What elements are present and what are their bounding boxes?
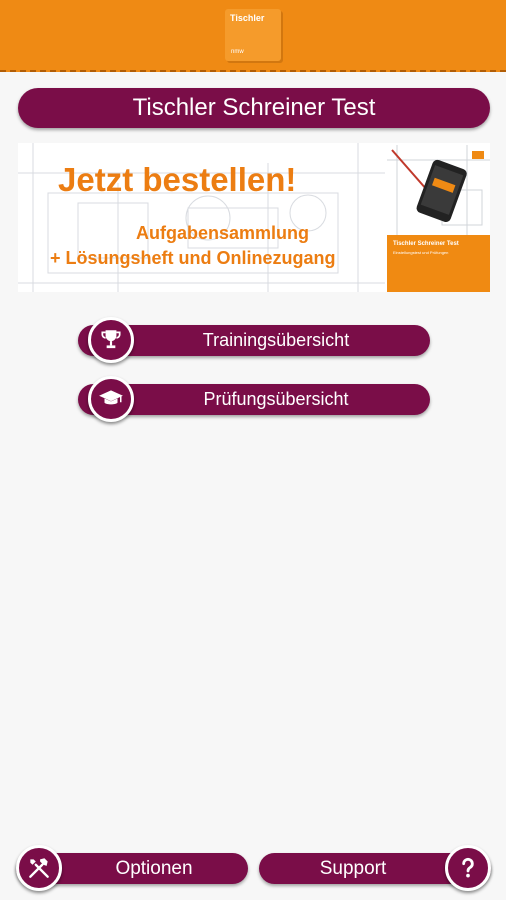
training-overview-label: Trainingsübersicht [202, 330, 350, 350]
app-logo: Tischler nmw [225, 9, 281, 61]
training-overview-button[interactable]: Trainingsübersicht [78, 317, 430, 363]
question-icon [445, 845, 491, 891]
tools-icon [16, 845, 62, 891]
book-cover-top [387, 145, 490, 235]
order-banner[interactable]: Jetzt bestellen! Aufgabensammlung + Lösu… [18, 143, 490, 292]
exam-overview-label: Prüfungsübersicht [203, 389, 349, 409]
banner-line-1: Aufgabensammlung [136, 223, 310, 243]
options-label: Optionen [115, 858, 193, 879]
book-title: Tischler Schreiner Test [393, 241, 459, 247]
exam-overview-button[interactable]: Prüfungsübersicht [78, 376, 430, 422]
phone-illustration [387, 145, 490, 235]
banner-headline: Jetzt bestellen! [58, 161, 297, 198]
logo-title: Tischler [230, 13, 265, 23]
banner-line-2: + Lösungsheft und Onlinezugang [50, 248, 336, 268]
book-subtitle: Einstellungstest und Prüfungen [393, 250, 449, 255]
book-cover: Tischler Schreiner Test Einstellungstest… [387, 145, 490, 292]
logo-small-text: nmw [231, 49, 244, 55]
support-label: Support [319, 858, 387, 879]
support-button[interactable]: Support [259, 845, 491, 891]
page-title: Tischler Schreiner Test [18, 88, 490, 128]
header-bar: Tischler nmw [0, 0, 506, 72]
app-screen: Tischler nmw Tischler Schreiner Test Jet… [0, 0, 506, 900]
options-button[interactable]: Optionen [16, 845, 248, 891]
